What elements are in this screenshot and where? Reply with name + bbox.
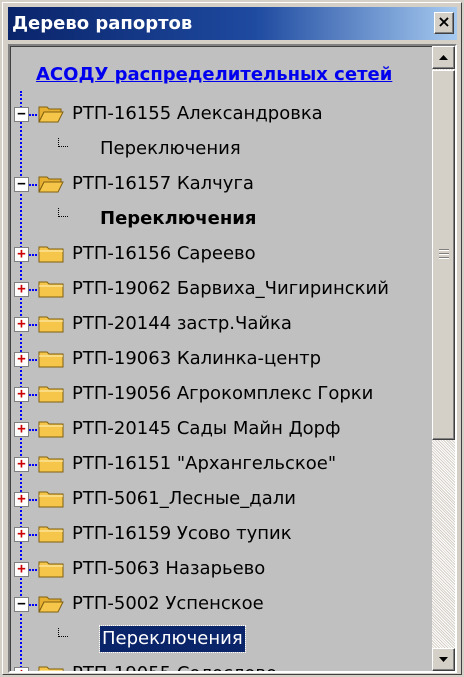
triangle-down-icon <box>439 657 448 662</box>
tree-child-label[interactable]: Переключения <box>100 206 256 232</box>
tree-node[interactable]: + РТП-19062 Барвиха_Чигиринский <box>10 276 430 304</box>
folder-icon <box>38 491 64 508</box>
tree-connector-line <box>29 499 37 501</box>
report-tree[interactable]: АСОДУ распределительных сетей − РТП-16155… <box>8 44 457 673</box>
tree-node-label[interactable]: РТП-16155 Александровка <box>72 101 323 127</box>
triangle-up-icon <box>439 55 448 60</box>
tree-node-label[interactable]: РТП-5061_Лесные_дали <box>72 486 296 512</box>
tree-node[interactable]: + РТП-16151 "Архангельское" <box>10 451 430 479</box>
tree-node[interactable]: − РТП-16157 Калчуга <box>10 171 430 199</box>
tree-node-label[interactable]: РТП-19063 Калинка-центр <box>72 346 321 372</box>
expand-icon[interactable]: + <box>14 667 29 671</box>
tree-node-label[interactable]: РТП-5063 Назарьево <box>72 556 265 582</box>
tree-connector-line <box>29 114 37 116</box>
expand-icon[interactable]: + <box>14 492 29 507</box>
tree-node-label[interactable]: РТП-16159 Усово тупик <box>72 521 292 547</box>
tree-node[interactable]: + РТП-20144 застр.Чайка <box>10 311 430 339</box>
scroll-grip-line <box>439 257 449 259</box>
collapse-icon[interactable]: − <box>14 177 29 192</box>
folder-open-icon <box>38 596 64 613</box>
tree-connector-line <box>29 359 37 361</box>
scroll-thumb[interactable] <box>432 70 455 440</box>
tree-child-connector <box>58 208 68 217</box>
expand-icon[interactable]: + <box>14 282 29 297</box>
tree-root-label[interactable]: АСОДУ распределительных сетей <box>36 64 431 85</box>
tree-node[interactable]: + РТП-19055 Солослово <box>10 661 430 671</box>
tree-child-node[interactable]: Переключения <box>10 136 430 164</box>
tree-node-label[interactable]: РТП-16157 Калчуга <box>72 171 254 197</box>
scroll-grip-line <box>439 253 449 255</box>
folder-icon <box>38 246 64 263</box>
tree-node[interactable]: + РТП-16156 Сареево <box>10 241 430 269</box>
expand-icon[interactable]: + <box>14 527 29 542</box>
tree-child-label[interactable]: Переключения <box>99 625 246 653</box>
tree-connector-line <box>29 289 37 291</box>
folder-icon <box>38 561 64 578</box>
expand-icon[interactable]: + <box>14 387 29 402</box>
tree-child-node[interactable]: Переключения <box>10 206 430 234</box>
scroll-grip-line <box>439 249 449 251</box>
folder-icon <box>38 421 64 438</box>
tree-node[interactable]: + РТП-5063 Назарьево <box>10 556 430 584</box>
tree-connector-line <box>29 254 37 256</box>
tree-connector-line <box>29 604 37 606</box>
tree-connector-line <box>29 569 37 571</box>
tree-node-label[interactable]: РТП-20145 Сады Майн Дорф <box>72 416 340 442</box>
tree-node-label[interactable]: РТП-16156 Сареево <box>72 241 256 267</box>
tree-node[interactable]: − РТП-16155 Александровка <box>10 101 430 129</box>
folder-icon <box>38 526 64 543</box>
window-titlebar[interactable]: Дерево рапортов × <box>8 7 457 40</box>
tree-node-label[interactable]: РТП-19062 Барвиха_Чигиринский <box>72 276 389 302</box>
close-button[interactable]: × <box>434 12 454 34</box>
tree-connector-line <box>29 464 37 466</box>
tree-window: Дерево рапортов × АСОДУ распределительны… <box>2 2 462 675</box>
folder-open-icon <box>38 176 64 193</box>
expand-icon[interactable]: + <box>14 457 29 472</box>
scroll-up-button[interactable] <box>432 46 455 69</box>
expand-icon[interactable]: + <box>14 422 29 437</box>
window-title: Дерево рапортов <box>12 13 193 34</box>
tree-node[interactable]: + РТП-19063 Калинка-центр <box>10 346 430 374</box>
tree-connector-line <box>29 394 37 396</box>
scroll-down-button[interactable] <box>432 648 455 671</box>
collapse-icon[interactable]: − <box>14 107 29 122</box>
collapse-icon[interactable]: − <box>14 597 29 612</box>
tree-node-label[interactable]: РТП-20144 застр.Чайка <box>72 311 292 337</box>
tree-node-label[interactable]: РТП-5002 Успенское <box>72 591 264 617</box>
expand-icon[interactable]: + <box>14 352 29 367</box>
tree-child-connector <box>58 138 68 147</box>
tree-connector-line <box>29 534 37 536</box>
expand-icon[interactable]: + <box>14 562 29 577</box>
tree-connector-line <box>29 324 37 326</box>
tree-node-label[interactable]: РТП-19056 Агрокомплекс Горки <box>72 381 373 407</box>
folder-open-icon <box>38 106 64 123</box>
tree-node[interactable]: + РТП-19056 Агрокомплекс Горки <box>10 381 430 409</box>
tree-node[interactable]: + РТП-5061_Лесные_дали <box>10 486 430 514</box>
tree-child-node[interactable]: Переключения <box>10 625 430 654</box>
folder-icon <box>38 666 64 671</box>
tree-child-connector <box>58 628 68 637</box>
folder-icon <box>38 386 64 403</box>
close-icon: × <box>437 12 451 31</box>
folder-icon <box>38 351 64 368</box>
tree-node-label[interactable]: РТП-16151 "Архангельское" <box>72 451 336 477</box>
tree-connector-line <box>29 184 37 186</box>
tree-node[interactable]: + РТП-20145 Сады Майн Дорф <box>10 416 430 444</box>
expand-icon[interactable]: + <box>14 317 29 332</box>
folder-icon <box>38 316 64 333</box>
folder-icon <box>38 281 64 298</box>
tree-child-label[interactable]: Переключения <box>100 136 241 162</box>
tree-node-label[interactable]: РТП-19055 Солослово <box>72 661 277 671</box>
expand-icon[interactable]: + <box>14 247 29 262</box>
tree-node[interactable]: + РТП-16159 Усово тупик <box>10 521 430 549</box>
tree-node[interactable]: − РТП-5002 Успенское <box>10 591 430 619</box>
tree-connector-line <box>29 429 37 431</box>
vertical-scrollbar[interactable] <box>432 46 455 671</box>
folder-icon <box>38 456 64 473</box>
